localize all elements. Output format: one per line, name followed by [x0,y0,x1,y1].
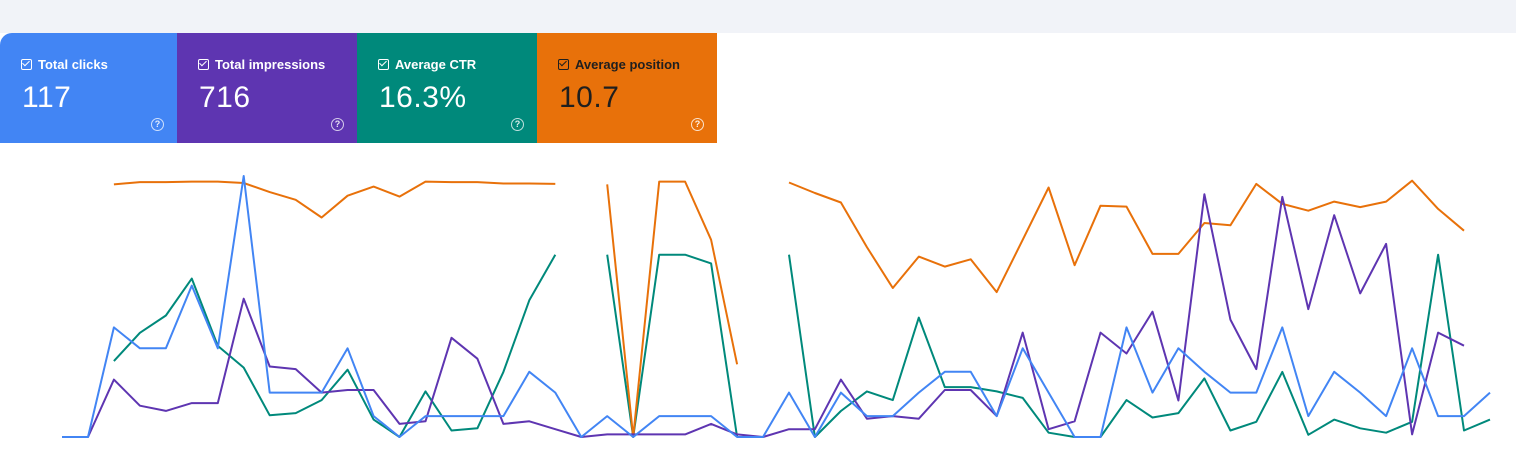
series-line [113,180,556,219]
metric-card-total-clicks[interactable]: Total clicks 117 ? [0,33,177,143]
metric-card-average-position[interactable]: Average position 10.7 ? [537,33,717,143]
checkbox-checked-icon[interactable] [21,59,32,70]
metric-label: Average CTR [395,57,477,72]
series-average-position [113,179,1465,438]
metric-card-header: Average position [558,57,680,72]
performance-line-chart [62,175,1491,438]
metric-value: 716 [199,81,251,114]
series-line [62,175,1491,438]
metric-label: Total impressions [215,57,326,72]
metric-label: Total clicks [38,57,108,72]
series-line [606,253,739,438]
series-line [788,179,1465,294]
help-icon[interactable]: ? [511,118,524,131]
metric-label: Average position [575,57,680,72]
series-line [113,254,557,438]
checkbox-checked-icon[interactable] [198,59,209,70]
top-bar-background [0,0,1516,33]
metric-card-header: Average CTR [378,57,476,72]
help-icon[interactable]: ? [331,118,344,131]
metric-card-header: Total clicks [21,57,108,72]
metric-card-total-impressions[interactable]: Total impressions 716 ? [177,33,357,143]
metric-card-average-ctr[interactable]: Average CTR 16.3% ? [357,33,537,143]
help-icon[interactable]: ? [691,118,704,131]
series-total-clicks [62,175,1491,438]
metric-value: 16.3% [379,81,467,114]
checkbox-checked-icon[interactable] [378,59,389,70]
metric-value: 117 [22,81,72,114]
series-average-ctr [113,253,1491,438]
series-total-impressions [62,193,1465,438]
series-line [62,193,1465,438]
metric-card-header: Total impressions [198,57,325,72]
help-icon[interactable]: ? [151,118,164,131]
metric-value: 10.7 [559,81,620,114]
checkbox-checked-icon[interactable] [558,59,569,70]
series-line [788,253,1491,438]
metric-cards: Total clicks 117 ? Total impressions 716… [0,33,717,143]
